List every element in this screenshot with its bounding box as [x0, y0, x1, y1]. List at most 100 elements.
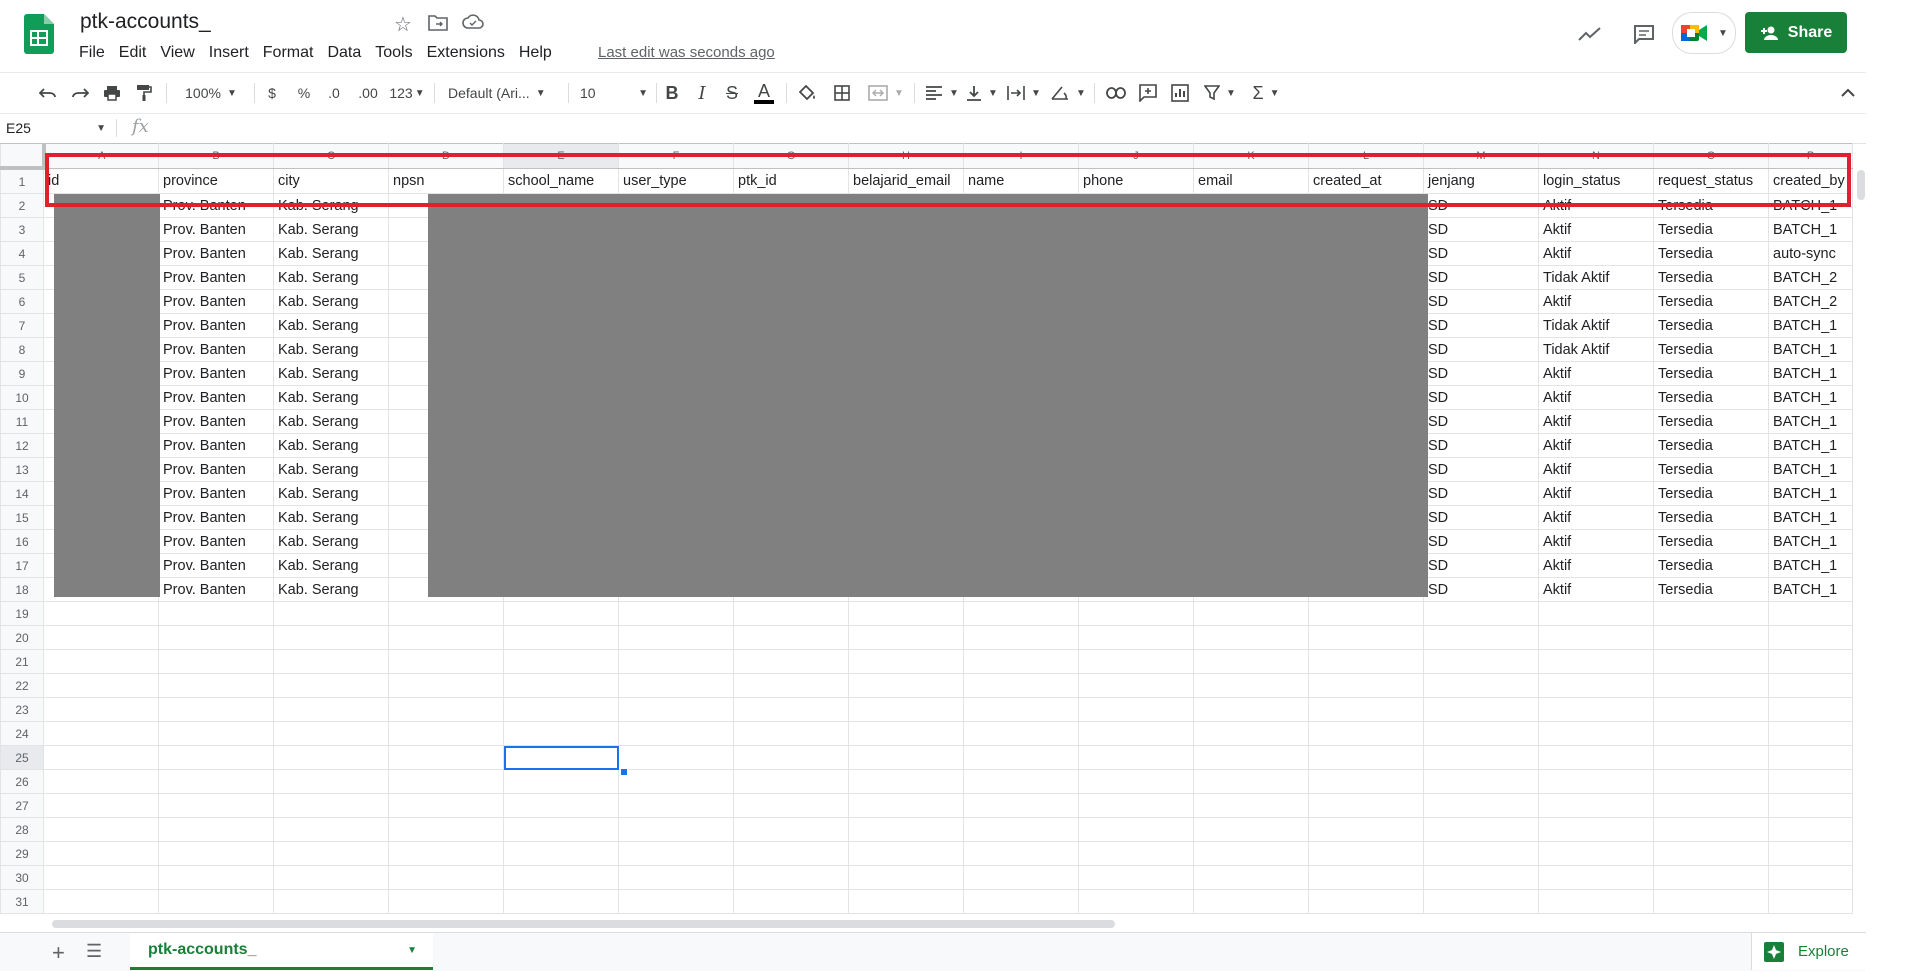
cell[interactable]: Prov. Banten [158, 385, 274, 410]
cell[interactable] [618, 769, 734, 794]
cell[interactable] [733, 745, 849, 770]
cell[interactable] [43, 793, 159, 818]
cell[interactable]: SD [1423, 337, 1539, 362]
cell[interactable] [273, 793, 389, 818]
cell[interactable] [158, 841, 274, 866]
row-header[interactable]: 27 [0, 793, 44, 818]
menu-view[interactable]: View [153, 42, 201, 64]
cell[interactable]: Kab. Serang [273, 529, 389, 554]
cell[interactable] [158, 745, 274, 770]
cell[interactable] [273, 745, 389, 770]
cell[interactable]: SD [1423, 361, 1539, 386]
cell[interactable] [963, 769, 1079, 794]
cell[interactable]: SD [1423, 313, 1539, 338]
cell[interactable] [1193, 625, 1309, 650]
cell[interactable]: Kab. Serang [273, 313, 389, 338]
cell[interactable]: BATCH_1 [1768, 505, 1853, 530]
cell[interactable]: BATCH_1 [1768, 361, 1853, 386]
cell[interactable] [1653, 721, 1769, 746]
cell[interactable]: BATCH_1 [1768, 217, 1853, 242]
cell[interactable] [1193, 769, 1309, 794]
cell[interactable] [733, 697, 849, 722]
cell[interactable] [963, 697, 1079, 722]
functions-icon[interactable]: Σ ▼ [1246, 73, 1286, 113]
cell[interactable] [273, 721, 389, 746]
cell[interactable] [43, 625, 159, 650]
cell[interactable]: SD [1423, 241, 1539, 266]
cell[interactable]: BATCH_1 [1768, 313, 1853, 338]
cell[interactable] [1653, 673, 1769, 698]
cell[interactable] [1653, 817, 1769, 842]
cell[interactable]: BATCH_1 [1768, 457, 1853, 482]
cell[interactable] [1308, 865, 1424, 890]
name-box[interactable]: E25 ▼ [6, 113, 110, 143]
cell[interactable]: Aktif [1538, 457, 1654, 482]
cell[interactable] [1308, 649, 1424, 674]
cell[interactable] [1078, 817, 1194, 842]
cell[interactable]: BATCH_2 [1768, 265, 1853, 290]
more-formats-select[interactable]: 123 ▼ [388, 73, 426, 113]
row-header[interactable]: 9 [0, 361, 44, 386]
cell[interactable]: Tersedia [1653, 457, 1769, 482]
cell[interactable] [1768, 769, 1853, 794]
cell[interactable]: SD [1423, 577, 1539, 602]
cell[interactable]: Prov. Banten [158, 241, 274, 266]
cell[interactable]: Kab. Serang [273, 337, 389, 362]
cell[interactable]: Tidak Aktif [1538, 313, 1654, 338]
cell[interactable]: Tersedia [1653, 361, 1769, 386]
cell[interactable] [273, 649, 389, 674]
cell[interactable] [273, 697, 389, 722]
cell[interactable] [1078, 769, 1194, 794]
zoom-select[interactable]: 100% ▼ [176, 73, 246, 113]
cell[interactable] [1193, 745, 1309, 770]
cell[interactable] [158, 793, 274, 818]
cell[interactable] [1308, 889, 1424, 914]
meet-button[interactable]: ▼ [1672, 12, 1736, 54]
cell[interactable] [1078, 841, 1194, 866]
cell[interactable] [1423, 817, 1539, 842]
cell[interactable] [848, 601, 964, 626]
cell[interactable]: SD [1423, 481, 1539, 506]
cell[interactable] [1538, 601, 1654, 626]
cell[interactable] [1423, 769, 1539, 794]
cell[interactable] [1308, 673, 1424, 698]
cell[interactable] [1768, 625, 1853, 650]
cell[interactable]: Aktif [1538, 241, 1654, 266]
cell[interactable]: Kab. Serang [273, 553, 389, 578]
rotate-icon[interactable]: ▼ [1048, 73, 1088, 113]
cell[interactable]: Kab. Serang [273, 241, 389, 266]
text-color-button[interactable]: A [752, 73, 776, 113]
row-header[interactable]: 26 [0, 769, 44, 794]
cell[interactable] [158, 769, 274, 794]
cell[interactable]: Aktif [1538, 505, 1654, 530]
cell[interactable]: Prov. Banten [158, 313, 274, 338]
cell[interactable] [1423, 793, 1539, 818]
cell[interactable] [1078, 889, 1194, 914]
cell[interactable] [1653, 745, 1769, 770]
cell[interactable] [1308, 697, 1424, 722]
cell[interactable] [618, 721, 734, 746]
collapse-icon[interactable] [1836, 73, 1860, 113]
cell[interactable] [1653, 793, 1769, 818]
cell[interactable] [1193, 649, 1309, 674]
cell[interactable] [1078, 721, 1194, 746]
star-icon[interactable]: ☆ [394, 12, 412, 37]
cell[interactable] [963, 889, 1079, 914]
cell[interactable] [273, 841, 389, 866]
cell[interactable] [43, 841, 159, 866]
cell[interactable]: Tersedia [1653, 241, 1769, 266]
cell[interactable]: Tidak Aktif [1538, 337, 1654, 362]
row-header[interactable]: 8 [0, 337, 44, 362]
cell[interactable] [1538, 889, 1654, 914]
cell[interactable] [388, 817, 504, 842]
cell[interactable] [388, 697, 504, 722]
cell[interactable] [503, 721, 619, 746]
cell[interactable] [273, 601, 389, 626]
cell[interactable] [43, 721, 159, 746]
cell[interactable] [963, 817, 1079, 842]
cell[interactable] [158, 721, 274, 746]
cell[interactable]: Prov. Banten [158, 337, 274, 362]
cell[interactable] [43, 769, 159, 794]
cell[interactable] [1308, 601, 1424, 626]
borders-icon[interactable] [830, 73, 854, 113]
